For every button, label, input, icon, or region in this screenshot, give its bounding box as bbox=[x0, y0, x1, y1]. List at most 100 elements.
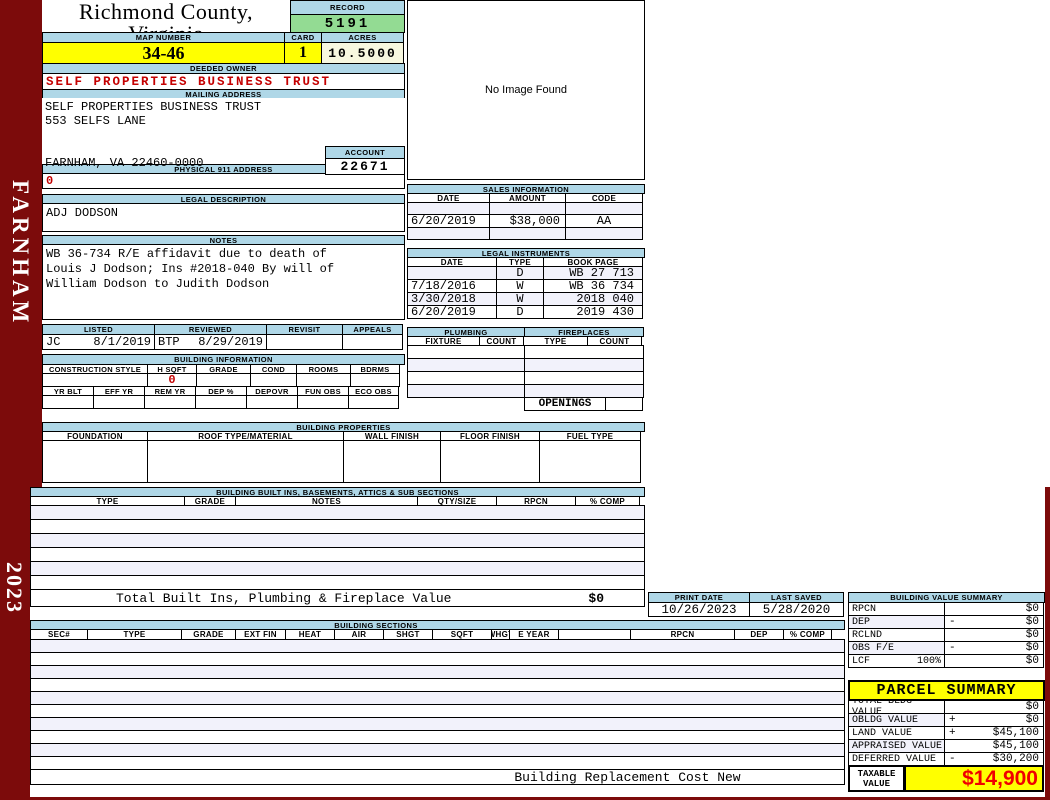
sales-code: AA bbox=[565, 214, 643, 228]
reviewed-date: 8/29/2019 bbox=[198, 335, 263, 349]
reviewed-by: BTP bbox=[158, 335, 180, 349]
account-value: 22671 bbox=[325, 158, 405, 175]
card-value: 1 bbox=[284, 42, 322, 64]
fixture-cell bbox=[407, 384, 525, 398]
bi-rpcn-label: RPCN bbox=[496, 496, 576, 506]
instrument-row: 3/30/2018 W 2018 040 bbox=[407, 292, 645, 306]
bvs-op: - bbox=[949, 642, 956, 654]
fireplace-cell bbox=[524, 345, 644, 359]
built-ins-total-label: Total Built Ins, Plumbing & Fireplace Va… bbox=[116, 590, 452, 606]
appeals-value bbox=[342, 334, 403, 350]
listed-value: JC 8/1/2019 bbox=[42, 334, 155, 350]
bvs-label: DEP bbox=[852, 616, 871, 628]
parcel-value: $30,200 bbox=[992, 753, 1039, 765]
parcel-value: $0 bbox=[1025, 714, 1039, 726]
fixture-cell bbox=[407, 358, 525, 372]
bvs-label: RPCN bbox=[852, 603, 877, 615]
bs-dep-label: DEP bbox=[734, 629, 784, 640]
built-ins-empty-row bbox=[30, 505, 645, 520]
openings-value bbox=[605, 397, 643, 411]
bvs-value-cell: - $0 bbox=[944, 615, 1044, 629]
remyr-value bbox=[144, 395, 196, 409]
sales-row: 6/20/2019 $38,000 AA bbox=[407, 214, 645, 228]
building-properties-value-row bbox=[42, 440, 645, 483]
building-sections-empty-row bbox=[30, 678, 845, 692]
bvs-value-cell: $0 bbox=[944, 654, 1044, 668]
bvs-label: OBS F/E bbox=[852, 642, 895, 654]
fixture-cell bbox=[407, 371, 525, 385]
bs-air-label: AIR bbox=[334, 629, 384, 640]
parcel-row: OBLDG VALUE + $0 bbox=[848, 713, 1045, 727]
bs-shgt-label: SHGT bbox=[383, 629, 433, 640]
building-sections-empty-row bbox=[30, 691, 845, 705]
bvs-label: LCF bbox=[852, 655, 871, 667]
bvs-row: OBS F/E - $0 bbox=[848, 641, 1045, 655]
instrument-row: 7/18/2016 W WB 36 734 bbox=[407, 279, 645, 293]
building-sections-empty-row bbox=[30, 704, 845, 718]
bs-eyear-label: E YEAR bbox=[509, 629, 559, 640]
left-column: Richmond County, Virginia Commissioner o… bbox=[42, 0, 405, 409]
fireplace-cell bbox=[524, 384, 644, 398]
bvs-value: $0 bbox=[1025, 642, 1039, 654]
parcel-label: APPRAISED VALUE bbox=[848, 739, 945, 753]
taxable-value: $14,900 bbox=[904, 765, 1044, 792]
sales-date bbox=[407, 227, 490, 240]
parcel-op: + bbox=[949, 727, 956, 739]
deeded-owner-value: SELF PROPERTIES BUSINESS TRUST bbox=[42, 73, 405, 90]
fireplace-cell bbox=[524, 371, 644, 385]
building-sections-empty-row bbox=[30, 639, 845, 653]
taxable-value-label: TAXABLE VALUE bbox=[848, 765, 905, 792]
construction-style-value bbox=[42, 373, 148, 387]
bvs-op: - bbox=[949, 616, 956, 628]
parcel-value-cell: $45,100 bbox=[944, 739, 1044, 753]
plumbing-row bbox=[407, 358, 645, 372]
inst-book: WB 36 734 bbox=[543, 279, 643, 293]
openings-label: OPENINGS bbox=[524, 397, 606, 411]
openings-spacer bbox=[407, 397, 525, 411]
plumbing-row bbox=[407, 371, 645, 385]
built-ins-empty-row bbox=[30, 547, 645, 562]
building-sections-empty-row bbox=[30, 652, 845, 666]
taxable-row: TAXABLE VALUE $14,900 bbox=[848, 765, 1045, 792]
bvs-row: DEP - $0 bbox=[848, 615, 1045, 629]
bs-rpcn-label: RPCN bbox=[630, 629, 735, 640]
inst-date: 6/20/2019 bbox=[407, 305, 497, 319]
sales-code bbox=[565, 227, 643, 240]
building-sections-empty-row bbox=[30, 665, 845, 679]
bs-grade-label: GRADE bbox=[181, 629, 236, 640]
no-image-text: No Image Found bbox=[485, 84, 567, 96]
inst-date: 3/30/2018 bbox=[407, 292, 497, 306]
bs-whgt-label: WHGT bbox=[491, 629, 510, 640]
parcel-op: - bbox=[949, 753, 956, 765]
building-properties: BUILDING PROPERTIES FOUNDATION ROOF TYPE… bbox=[42, 422, 645, 483]
bvs-value-cell: $0 bbox=[944, 602, 1044, 616]
tax-year-vertical-label: 2023 bbox=[2, 562, 27, 614]
bdrms-value bbox=[350, 373, 400, 387]
bvs-label: RCLND bbox=[852, 629, 883, 641]
funobs-value bbox=[297, 395, 349, 409]
listed-by: JC bbox=[46, 335, 61, 349]
hsqft-value: 0 bbox=[147, 373, 197, 387]
building-info-value-row-1: 0 bbox=[42, 373, 405, 387]
district-vertical-label: FARNHAM bbox=[8, 180, 33, 327]
parcel-label: OBLDG VALUE bbox=[848, 713, 945, 727]
fireplace-cell bbox=[524, 358, 644, 372]
building-sections: BUILDING SECTIONS SEC# TYPE GRADE EXT FI… bbox=[30, 620, 845, 785]
parcel-row: TOTAL BLDG VALUE $0 bbox=[848, 700, 1045, 714]
bvs-row: RPCN $0 bbox=[848, 602, 1045, 616]
parcel-value-cell: $0 bbox=[944, 700, 1044, 714]
sales-date: 6/20/2019 bbox=[407, 214, 490, 228]
bvs-row: LCF 100% $0 bbox=[848, 654, 1045, 668]
parcel-row: DEFERRED VALUE - $30,200 bbox=[848, 752, 1045, 766]
mailing-line-2: 553 SELFS LANE bbox=[45, 114, 146, 128]
print-date-value: 10/26/2023 bbox=[648, 602, 750, 617]
county-header: Richmond County, Virginia Commissioner o… bbox=[42, 0, 290, 65]
listed-date: 8/1/2019 bbox=[93, 335, 151, 349]
notes-box: WB 36-734 R/E affidavit due to death of … bbox=[42, 244, 405, 320]
built-ins-section: BUILDING BUILT INS, BASEMENTS, ATTICS & … bbox=[30, 487, 645, 607]
built-ins-empty-row bbox=[30, 561, 645, 576]
sales-row bbox=[407, 227, 645, 240]
inst-type: W bbox=[496, 279, 544, 293]
effyr-value bbox=[93, 395, 145, 409]
acres-value: 10.5000 bbox=[321, 42, 404, 64]
